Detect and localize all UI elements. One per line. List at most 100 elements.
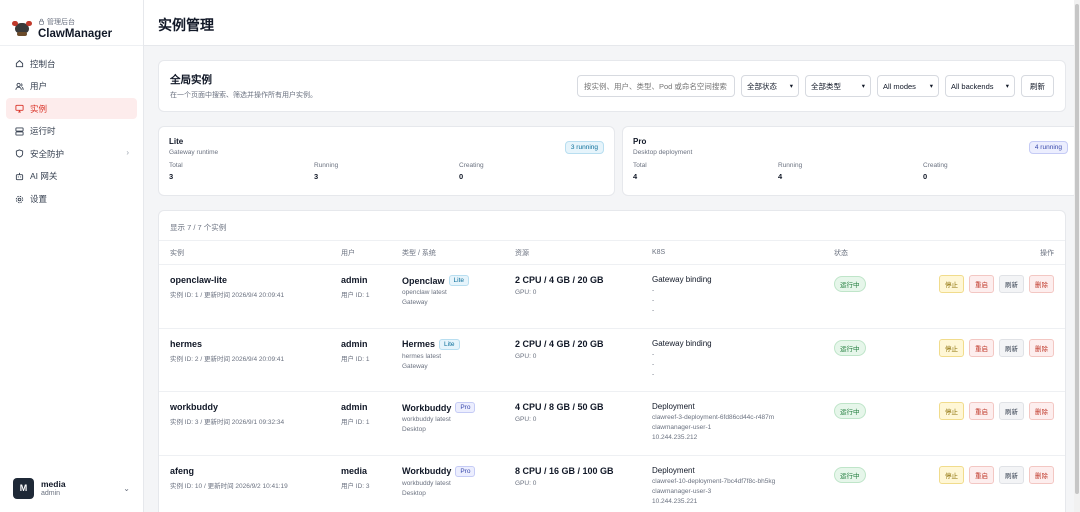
- claw-logo-icon: [12, 18, 32, 38]
- search-input[interactable]: [577, 75, 735, 97]
- type-mode: Gateway: [402, 362, 428, 370]
- avatar: M: [13, 477, 34, 499]
- restart-button[interactable]: 重启: [969, 275, 994, 293]
- instance-user-id: 用户 ID: 1: [341, 355, 370, 363]
- scrollbar-thumb[interactable]: [1075, 4, 1079, 494]
- mode-select[interactable]: All modes ▾: [877, 75, 939, 97]
- column-header: K8S: [652, 249, 666, 256]
- restart-button[interactable]: 重启: [969, 402, 994, 420]
- summary-row: Lite Gateway runtime 3 running Total 3 Ru…: [158, 126, 1079, 196]
- k8s-ip: -: [652, 370, 655, 378]
- instance-gpu: GPU: 0: [515, 289, 537, 296]
- summary-title: Lite: [169, 137, 184, 146]
- home-icon: [14, 59, 24, 69]
- refresh-row-button[interactable]: 刷新: [999, 338, 1024, 357]
- stat-label: Total: [169, 162, 183, 169]
- type-tag: Pro: [455, 402, 476, 413]
- k8s-namespace: -: [652, 297, 655, 304]
- restart-button[interactable]: 重启: [969, 465, 994, 484]
- instance-meta: 实例 ID: 2 / 更新时间 2026/9/4 20:09:41: [170, 355, 285, 363]
- k8s-kind: Deployment: [652, 465, 695, 475]
- sidebar-item-dashboard[interactable]: 控制台: [6, 53, 137, 74]
- type-select-value: 全部类型: [811, 81, 841, 91]
- row-actions: 停止 重启 刷新 删除: [894, 338, 1054, 357]
- user-menu[interactable]: M media admin ⌄: [6, 470, 137, 506]
- sidebar-item-settings[interactable]: 设置: [6, 189, 137, 210]
- sidebar-item-instances[interactable]: 实例: [6, 98, 137, 120]
- table-row: workbuddy 实例 ID: 3 / 更新时间 2026/9/1 09:32:…: [159, 392, 1065, 456]
- refresh-row-button[interactable]: 刷新: [999, 465, 1024, 484]
- stat-label: Creating: [459, 162, 484, 169]
- sidebar-item-ai-gateway[interactable]: AI 网关: [6, 166, 137, 187]
- table-row: afeng 实例 ID: 10 / 更新时间 2026/9/2 10:41:19 …: [159, 456, 1065, 512]
- delete-button[interactable]: 删除: [1029, 402, 1054, 420]
- instance-name[interactable]: hermes: [170, 339, 341, 349]
- row-actions: 停止 重启 刷新 删除: [894, 402, 1054, 420]
- stat-label: Running: [314, 162, 339, 169]
- table-row: openclaw-lite 实例 ID: 1 / 更新时间 2026/9/4 20…: [159, 265, 1065, 329]
- instance-meta: 实例 ID: 3 / 更新时间 2026/9/1 09:32:34: [170, 419, 285, 426]
- stat-value: 3: [314, 172, 319, 181]
- monitor-icon: [14, 104, 24, 114]
- refresh-button[interactable]: 刷新: [1021, 75, 1054, 97]
- status-select-value: 全部状态: [747, 81, 777, 91]
- type-tag: Pro: [455, 465, 476, 477]
- column-header: 操作: [1040, 249, 1054, 257]
- brand-subtitle: 管理后台: [38, 17, 112, 27]
- k8s-ip: 10.244.235.221: [652, 497, 698, 505]
- sidebar-item-runtime[interactable]: 运行时: [6, 121, 137, 142]
- sidebar-item-label: AI 网关: [30, 171, 58, 182]
- delete-button[interactable]: 删除: [1029, 338, 1054, 357]
- instance-name[interactable]: afeng: [170, 466, 341, 476]
- status-badge: 运行中: [834, 339, 866, 356]
- refresh-row-button[interactable]: 刷新: [999, 275, 1024, 293]
- sidebar-item-security[interactable]: 安全防护 ›: [6, 143, 137, 164]
- k8s-ip: 10.244.235.212: [652, 434, 698, 441]
- stat-label: Creating: [923, 162, 948, 169]
- chevron-down-icon: ▾: [1005, 83, 1009, 90]
- delete-button[interactable]: 删除: [1029, 275, 1054, 293]
- summary-subtitle: Desktop deployment: [633, 149, 693, 156]
- stat-label: Running: [778, 162, 803, 169]
- type-select[interactable]: 全部类型 ▾: [805, 75, 871, 97]
- summary-subtitle: Gateway runtime: [169, 149, 219, 156]
- instance-name[interactable]: workbuddy: [170, 402, 341, 412]
- instance-resources: 2 CPU / 4 GB / 20 GB: [515, 275, 604, 285]
- status-badge: 3 running: [564, 141, 604, 154]
- column-header: 类型 / 系统: [402, 249, 436, 257]
- stop-button[interactable]: 停止: [939, 402, 964, 420]
- stat-value: 0: [923, 172, 928, 181]
- status-select[interactable]: 全部状态 ▾: [741, 75, 799, 97]
- lock-icon: [39, 18, 44, 25]
- instance-user: admin: [341, 402, 368, 412]
- instance-gpu: GPU: 0: [515, 416, 537, 423]
- stat-value: 4: [633, 172, 638, 181]
- refresh-row-button[interactable]: 刷新: [999, 402, 1024, 420]
- instance-type: Workbuddy: [402, 402, 452, 413]
- row-actions: 停止 重启 刷新 删除: [894, 275, 1054, 293]
- stop-button[interactable]: 停止: [939, 275, 964, 293]
- instance-name[interactable]: openclaw-lite: [170, 275, 341, 285]
- gear-icon: [14, 194, 24, 204]
- scrollbar[interactable]: [1074, 0, 1080, 512]
- content: 全局实例 在一个页面中搜索、筛选并操作所有用户实例。 全部状态 ▾ 全部类型 ▾ A…: [144, 46, 1080, 512]
- instance-resources: 8 CPU / 16 GB / 100 GB: [515, 465, 614, 476]
- instance-count: 显示 7 / 7 个实例: [159, 211, 1065, 241]
- table-header: 实例 用户 类型 / 系统 资源 K8S 状态 操作: [159, 241, 1065, 265]
- sidebar-item-label: 用户: [30, 81, 48, 92]
- shield-icon: [14, 149, 24, 159]
- sidebar-item-users[interactable]: 用户: [6, 76, 137, 97]
- instance-gpu: GPU: 0: [515, 479, 537, 487]
- stat-value: 3: [169, 172, 174, 181]
- stop-button[interactable]: 停止: [939, 338, 964, 357]
- k8s-ip: -: [652, 307, 655, 314]
- mode-select-value: All modes: [883, 81, 916, 91]
- table-body: openclaw-lite 实例 ID: 1 / 更新时间 2026/9/4 20…: [159, 265, 1065, 512]
- backend-select[interactable]: All backends ▾: [945, 75, 1015, 97]
- delete-button[interactable]: 删除: [1029, 465, 1054, 484]
- stop-button[interactable]: 停止: [939, 465, 964, 484]
- sidebar-item-label: 控制台: [30, 58, 56, 69]
- chevron-down-icon: ⌄: [123, 483, 130, 493]
- server-icon: [14, 126, 24, 136]
- restart-button[interactable]: 重启: [969, 338, 994, 357]
